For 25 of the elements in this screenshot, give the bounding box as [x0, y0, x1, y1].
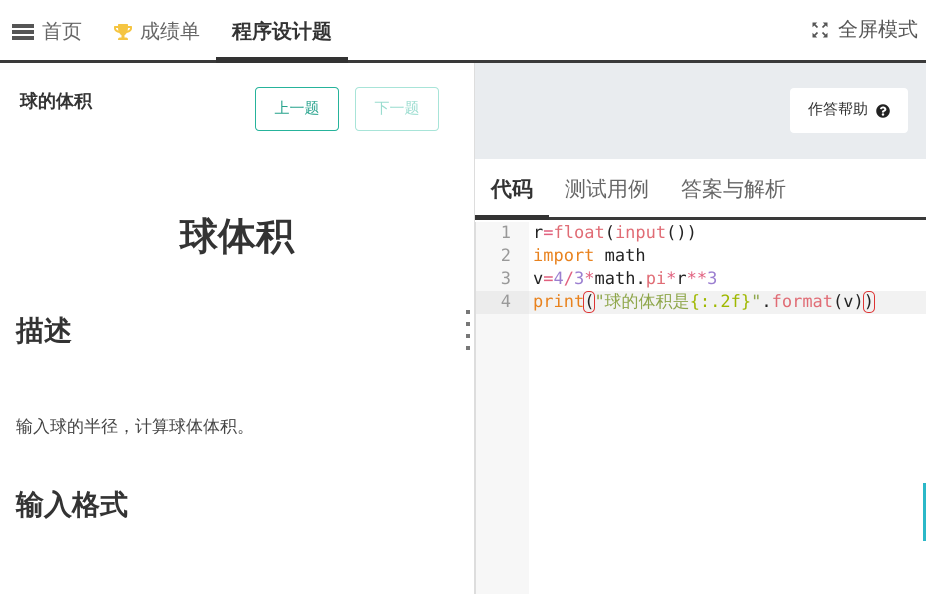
help-button[interactable]: 作答帮助: [790, 88, 908, 133]
resize-handle-icon[interactable]: [466, 310, 471, 350]
nav-button[interactable]: 上一题: [255, 87, 339, 131]
code-line: r=float(input()): [532, 222, 698, 245]
line-number: 4: [476, 291, 529, 314]
line-number: 3: [500, 268, 512, 291]
nav-tab[interactable]: 首页: [12, 0, 98, 63]
line-number: 2: [500, 245, 512, 268]
menu-icon: [12, 24, 34, 40]
expand-icon: [810, 20, 830, 40]
nav-tab[interactable]: 程序设计题: [216, 0, 348, 63]
fullscreen-button[interactable]: 全屏模式: [810, 0, 918, 60]
trophy-icon: [114, 22, 132, 40]
code-line: v=4/3*math.pi*r**3: [532, 268, 718, 291]
problem-name: 球的体积: [20, 90, 94, 112]
line-number: 1: [500, 222, 512, 245]
code-line: import math: [532, 245, 647, 268]
editor-tab[interactable]: 测试用例: [549, 159, 665, 220]
nav-tab[interactable]: 成绩单: [98, 0, 216, 63]
problem-title: 球体积: [178, 215, 296, 260]
section-text: 输入球的半径，计算球体体积。: [16, 416, 255, 438]
section-heading: 描述: [16, 314, 73, 348]
editor-tab[interactable]: 答案与解析: [665, 159, 802, 220]
section-heading: 输入格式: [16, 488, 129, 522]
help-icon: [876, 104, 890, 118]
